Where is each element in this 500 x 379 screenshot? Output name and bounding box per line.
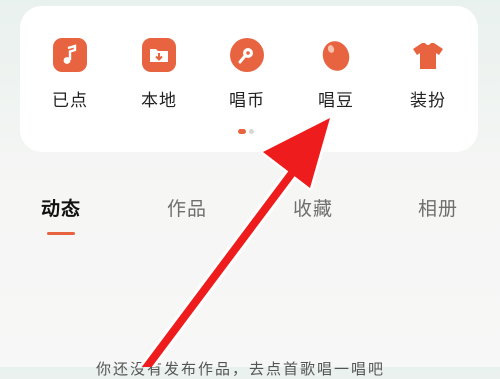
annotation-arrow: [137, 115, 333, 367]
